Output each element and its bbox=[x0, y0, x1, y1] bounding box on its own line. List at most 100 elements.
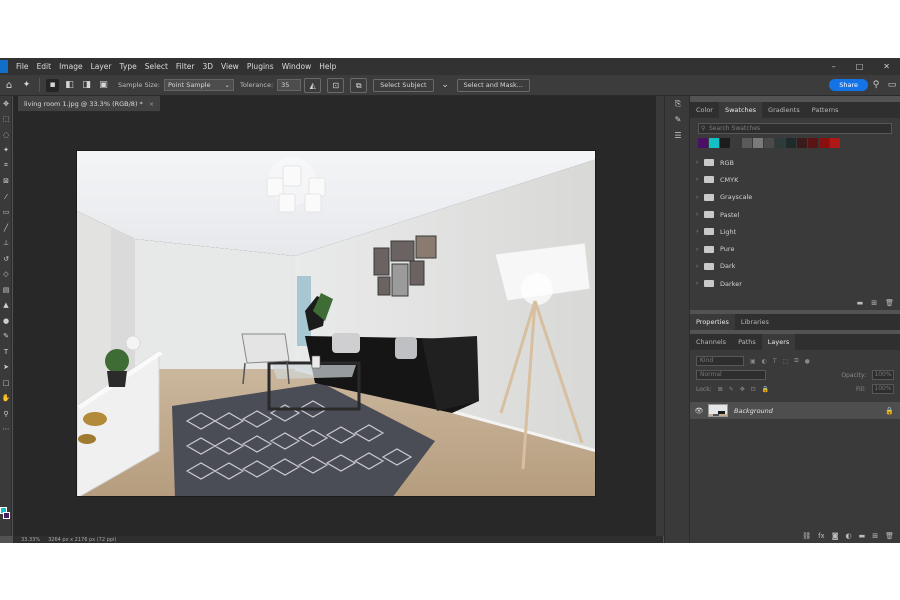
chevron-right-icon[interactable]: › bbox=[696, 176, 704, 183]
menu-select[interactable]: Select bbox=[141, 62, 172, 71]
fill-input[interactable]: 100% bbox=[872, 384, 894, 394]
color-swatch[interactable] bbox=[753, 138, 763, 148]
color-swatch[interactable] bbox=[709, 138, 719, 148]
menu-view[interactable]: View bbox=[217, 62, 243, 71]
adjustments-icon[interactable]: ☰ bbox=[665, 128, 691, 144]
color-swatch[interactable] bbox=[720, 138, 730, 148]
delete-layer-icon[interactable]: 🗑 bbox=[885, 532, 894, 540]
swatch-folder-light[interactable]: › Light bbox=[690, 223, 900, 240]
color-swatch[interactable] bbox=[819, 138, 829, 148]
share-button[interactable]: Share bbox=[829, 79, 868, 91]
shape-filter-icon[interactable]: ⬚ bbox=[783, 358, 789, 365]
tolerance-input[interactable]: 35 bbox=[277, 79, 302, 91]
sample-size-select[interactable]: Point Sample ⌄ bbox=[163, 79, 234, 91]
tab-properties[interactable]: Properties bbox=[690, 314, 735, 330]
smart-object-filter-icon[interactable]: ⧉ bbox=[794, 357, 798, 365]
type-tool-icon[interactable]: T bbox=[0, 344, 12, 360]
color-swatch[interactable] bbox=[764, 138, 774, 148]
home-icon[interactable]: ⌂ bbox=[0, 80, 18, 91]
search-icon[interactable]: ⚲ bbox=[868, 80, 884, 90]
minimize-icon[interactable]: – bbox=[832, 62, 836, 71]
opacity-input[interactable]: 100% bbox=[872, 370, 894, 380]
swatch-folder-dark[interactable]: › Dark bbox=[690, 258, 900, 275]
menu-file[interactable]: File bbox=[12, 62, 33, 71]
brush-tool-icon[interactable]: ╱ bbox=[0, 220, 12, 236]
zoom-level[interactable]: 33.33% bbox=[21, 537, 40, 543]
tab-color[interactable]: Color bbox=[690, 102, 719, 118]
tab-channels[interactable]: Channels bbox=[690, 334, 732, 350]
magic-wand-tool-icon[interactable]: ✦ bbox=[0, 143, 12, 159]
lock-image-icon[interactable]: ✎ bbox=[729, 386, 734, 393]
menu-layer[interactable]: Layer bbox=[87, 62, 116, 71]
new-selection-icon[interactable]: ▪ bbox=[46, 78, 59, 92]
color-swatch[interactable] bbox=[797, 138, 807, 148]
rectangle-tool-icon[interactable]: □ bbox=[0, 375, 12, 391]
move-tool-icon[interactable]: ✥ bbox=[0, 96, 12, 112]
tab-patterns[interactable]: Patterns bbox=[806, 102, 845, 118]
close-tab-icon[interactable]: × bbox=[149, 100, 154, 108]
swatch-folder-grayscale[interactable]: › Grayscale bbox=[690, 189, 900, 206]
color-swatch[interactable] bbox=[786, 138, 796, 148]
swatch-folder-pure[interactable]: › Pure bbox=[690, 240, 900, 257]
background-color-swatch[interactable] bbox=[3, 512, 10, 519]
type-filter-icon[interactable]: T bbox=[773, 358, 777, 365]
healing-brush-tool-icon[interactable]: ▭ bbox=[0, 205, 12, 221]
layer-name[interactable]: Background bbox=[734, 407, 773, 415]
clone-stamp-tool-icon[interactable]: ⊥ bbox=[0, 236, 12, 252]
link-layers-icon[interactable]: ⛓ bbox=[802, 532, 811, 540]
zoom-tool-icon[interactable]: ⚲ bbox=[0, 406, 12, 422]
color-swatch[interactable] bbox=[731, 138, 741, 148]
add-mask-icon[interactable]: ◙ bbox=[832, 532, 839, 540]
lock-icon[interactable]: 🔒 bbox=[885, 407, 894, 415]
close-icon[interactable]: ✕ bbox=[883, 62, 890, 71]
filter-toggle-icon[interactable]: ● bbox=[805, 358, 810, 365]
chevron-down-icon[interactable]: ⌄ bbox=[439, 79, 452, 92]
eraser-tool-icon[interactable]: ◇ bbox=[0, 267, 12, 283]
contiguous-icon[interactable]: ⊡ bbox=[327, 77, 345, 93]
new-group-icon[interactable]: ▬ bbox=[857, 299, 864, 307]
tab-layers[interactable]: Layers bbox=[761, 334, 796, 350]
visibility-eye-icon[interactable]: 👁 bbox=[690, 407, 708, 415]
lock-position-icon[interactable]: ✥ bbox=[740, 386, 745, 393]
color-swatch[interactable] bbox=[698, 138, 708, 148]
color-swatch[interactable] bbox=[830, 138, 840, 148]
chevron-right-icon[interactable]: › bbox=[696, 263, 704, 270]
document-tab[interactable]: living room 1.jpg @ 33.3% (RGB/8) * × bbox=[18, 96, 161, 112]
image-canvas[interactable] bbox=[76, 150, 596, 497]
adjustment-layer-icon[interactable]: ◐ bbox=[846, 532, 852, 540]
delete-icon[interactable]: 🗑 bbox=[885, 299, 894, 307]
more-tools-icon[interactable]: ⋯ bbox=[0, 422, 12, 438]
tab-paths[interactable]: Paths bbox=[732, 334, 762, 350]
chevron-right-icon[interactable]: › bbox=[696, 211, 704, 218]
crop-tool-icon[interactable]: ⌗ bbox=[0, 158, 12, 174]
workspace-icon[interactable]: ▭ bbox=[884, 80, 900, 90]
select-subject-button[interactable]: Select Subject bbox=[373, 78, 434, 92]
swatch-folder-darker[interactable]: › Darker bbox=[690, 275, 900, 292]
pen-tool-icon[interactable]: ✎ bbox=[0, 329, 12, 345]
subtract-from-selection-icon[interactable]: ◨ bbox=[80, 79, 93, 92]
maximize-icon[interactable]: □ bbox=[856, 62, 864, 71]
add-to-selection-icon[interactable]: ◧ bbox=[63, 79, 76, 92]
menu-help[interactable]: Help bbox=[315, 62, 340, 71]
anti-alias-icon[interactable]: ◭ bbox=[304, 77, 322, 93]
swatch-folder-cmyk[interactable]: › CMYK bbox=[690, 171, 900, 188]
eyedropper-tool-icon[interactable]: ⁄ bbox=[0, 189, 12, 205]
history-icon[interactable]: ⎘ bbox=[665, 96, 691, 112]
menu-filter[interactable]: Filter bbox=[172, 62, 199, 71]
lasso-tool-icon[interactable]: ◌ bbox=[0, 127, 12, 143]
kind-filter-select[interactable]: Kind bbox=[696, 356, 744, 366]
menu-plugins[interactable]: Plugins bbox=[243, 62, 278, 71]
chevron-right-icon[interactable]: › bbox=[696, 246, 704, 253]
menu-window[interactable]: Window bbox=[278, 62, 316, 71]
layer-row-background[interactable]: 👁 Background 🔒 bbox=[690, 402, 900, 419]
intersect-selection-icon[interactable]: ▣ bbox=[97, 79, 110, 92]
swatch-folder-rgb[interactable]: › RGB bbox=[690, 154, 900, 171]
chevron-right-icon[interactable]: › bbox=[696, 280, 704, 287]
marquee-tool-icon[interactable]: ⬚ bbox=[0, 112, 12, 128]
image-filter-icon[interactable]: ▣ bbox=[750, 358, 756, 365]
dodge-tool-icon[interactable]: ● bbox=[0, 313, 12, 329]
chevron-right-icon[interactable]: › bbox=[696, 228, 704, 235]
chevron-right-icon[interactable]: › bbox=[696, 194, 704, 201]
lock-artboard-icon[interactable]: ⊡ bbox=[751, 386, 756, 393]
lock-all-icon[interactable]: 🔒 bbox=[762, 386, 769, 393]
